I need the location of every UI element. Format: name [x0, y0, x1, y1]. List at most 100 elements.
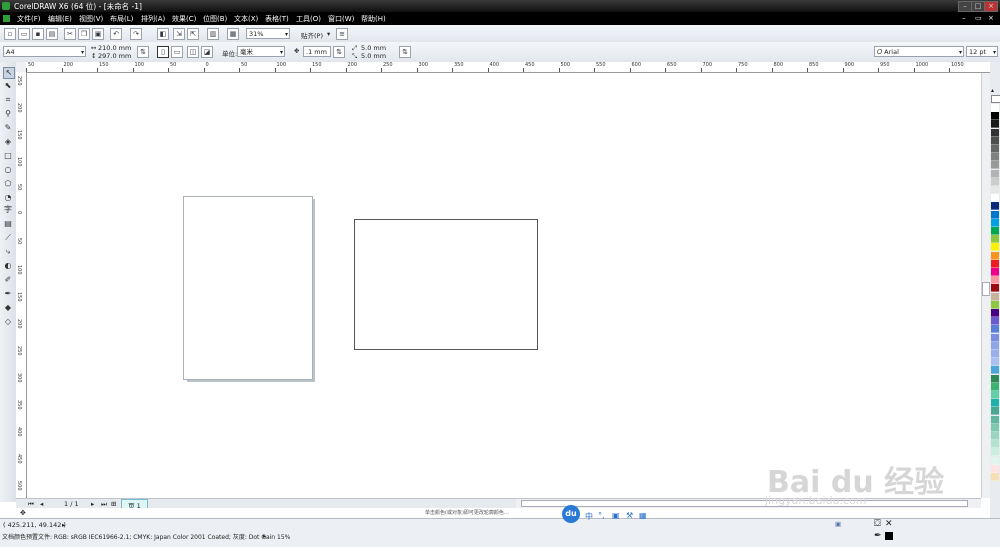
color-swatch[interactable]	[991, 202, 999, 211]
color-swatch[interactable]	[991, 366, 999, 375]
nudge-distance-field[interactable]: .1 mm	[303, 46, 331, 57]
color-swatch[interactable]	[991, 423, 999, 432]
duplicate-x-field[interactable]: 5.0 mm	[361, 44, 386, 52]
color-swatch[interactable]	[991, 309, 999, 317]
connector-tool-icon[interactable]: ⤷	[3, 247, 13, 257]
color-swatch[interactable]	[991, 358, 999, 367]
paste-icon[interactable]: ▣	[92, 28, 104, 40]
color-swatch[interactable]	[991, 464, 999, 473]
menu-tools[interactable]: 工具(O)	[296, 14, 321, 24]
color-swatch[interactable]	[991, 120, 999, 129]
color-swatch[interactable]	[991, 341, 999, 350]
fill-tool-icon[interactable]: ◆	[3, 303, 13, 313]
skin-icon[interactable]: ⚒	[626, 511, 633, 520]
all-pages-icon[interactable]: ◫	[187, 46, 199, 58]
color-swatch[interactable]	[991, 268, 999, 276]
zoom-level-select[interactable]: 31% ▾	[246, 28, 290, 39]
font-select[interactable]: 𝑂 Arial ▾	[874, 46, 964, 57]
prev-page-icon[interactable]: ◂	[40, 500, 43, 508]
color-swatch[interactable]	[991, 153, 999, 162]
color-swatch[interactable]	[991, 440, 999, 449]
copy-icon[interactable]: ❐	[78, 28, 90, 40]
close-button[interactable]: ×	[984, 1, 998, 12]
export-icon[interactable]: ⇱	[187, 28, 199, 40]
color-swatch[interactable]	[991, 415, 999, 424]
color-swatch[interactable]	[991, 161, 999, 170]
baidu-ime-logo[interactable]: du	[562, 505, 580, 523]
color-swatch[interactable]	[991, 317, 999, 326]
color-swatch[interactable]	[991, 382, 999, 391]
font-size-select[interactable]: 12 pt ▾	[966, 46, 998, 57]
doc-restore-button[interactable]: ▭	[975, 14, 982, 22]
color-swatch[interactable]	[991, 333, 999, 342]
redo-icon[interactable]: ↷	[130, 28, 142, 40]
text-tool-icon[interactable]: 字	[3, 205, 13, 215]
landscape-icon[interactable]: ▭	[171, 46, 183, 58]
color-swatch[interactable]	[991, 432, 999, 440]
spinner-icon[interactable]: ⇅	[399, 46, 411, 58]
zoom-tool-icon[interactable]: ⚲	[3, 109, 13, 119]
menu-file[interactable]: 文件(F)	[17, 14, 41, 24]
color-swatch[interactable]	[991, 235, 999, 244]
pick-tool-icon[interactable]: ↖	[3, 67, 15, 79]
color-swatch[interactable]	[991, 112, 999, 121]
punctuation-icon[interactable]: °,	[598, 511, 605, 520]
ime-chinese-toggle[interactable]: 中	[585, 511, 593, 522]
crop-tool-icon[interactable]: ⌗	[3, 95, 13, 105]
color-swatch[interactable]	[991, 104, 999, 112]
chevron-down-icon[interactable]: ▾	[327, 30, 330, 38]
horizontal-ruler[interactable]: 50 200 150 100 50 0 50 100 150 200 250 300 350 400 450…	[26, 62, 990, 73]
cut-icon[interactable]: ✂	[64, 28, 76, 40]
smart-fill-tool-icon[interactable]: ◈	[3, 137, 13, 147]
save-icon[interactable]: ▪	[32, 28, 44, 40]
color-swatch[interactable]	[991, 186, 999, 194]
current-page-icon[interactable]: ◪	[201, 46, 213, 58]
search-content-icon[interactable]: ◧	[157, 28, 169, 40]
rectangle-object[interactable]	[354, 219, 538, 350]
rectangle-tool-icon[interactable]: □	[3, 151, 13, 161]
color-swatch[interactable]	[991, 350, 999, 358]
color-swatch[interactable]	[991, 218, 999, 227]
menu-edit[interactable]: 编辑(E)	[48, 14, 72, 24]
freehand-tool-icon[interactable]: ✎	[3, 123, 13, 133]
color-swatch[interactable]	[991, 284, 999, 293]
color-swatch[interactable]	[991, 243, 999, 252]
color-swatch[interactable]	[991, 300, 999, 309]
pan-icon[interactable]: ✥	[20, 509, 26, 517]
add-page-icon[interactable]: ⊞	[111, 500, 116, 508]
expand-icon[interactable]: ▸	[62, 521, 65, 529]
menu-help[interactable]: 帮助(H)	[361, 14, 386, 24]
vertical-ruler[interactable]: 250 200 150 100 50 0 50 100 150 200 250 300 350 400 45…	[16, 72, 27, 502]
doc-close-button[interactable]: ×	[988, 14, 994, 22]
color-swatch[interactable]	[991, 473, 999, 481]
options-icon[interactable]: ≡	[336, 28, 348, 40]
edit-fill-icon[interactable]: ▣	[835, 520, 841, 528]
color-swatch[interactable]	[991, 456, 999, 465]
color-swatch[interactable]	[991, 276, 999, 285]
menu-text[interactable]: 文本(X)	[234, 14, 258, 24]
publish-pdf-icon[interactable]: ▥	[207, 28, 219, 40]
color-swatch[interactable]	[991, 407, 999, 416]
outline-pen-status-icon[interactable]: ✒	[874, 531, 882, 541]
welcome-screen-icon[interactable]: ▦	[227, 28, 239, 40]
palette-scroll-up-icon[interactable]: ▴	[991, 87, 994, 94]
table-tool-icon[interactable]: ▤	[3, 219, 13, 229]
color-swatch[interactable]	[991, 251, 999, 260]
snap-to-dropdown[interactable]: 贴齐(P)	[301, 30, 323, 40]
units-select[interactable]: 毫米 ▾	[237, 46, 285, 57]
blend-tool-icon[interactable]: ◐	[3, 261, 13, 271]
shape-tool-icon[interactable]: ⬉	[3, 81, 13, 91]
color-swatch[interactable]	[991, 292, 999, 301]
basic-shapes-tool-icon[interactable]: ◔	[3, 193, 13, 203]
color-swatch[interactable]	[991, 325, 999, 334]
color-swatch[interactable]	[991, 128, 999, 137]
outline-color-swatch[interactable]	[885, 532, 893, 540]
menu-layout[interactable]: 布局(L)	[110, 14, 133, 24]
vertical-scroll-thumb[interactable]	[982, 282, 990, 296]
app-menu-icon[interactable]	[3, 15, 10, 22]
minimize-button[interactable]: –	[958, 1, 972, 12]
import-icon[interactable]: ⇲	[173, 28, 185, 40]
color-swatch[interactable]	[991, 227, 999, 235]
no-color-swatch[interactable]	[991, 95, 1000, 103]
portrait-icon[interactable]: ▯	[157, 46, 169, 58]
